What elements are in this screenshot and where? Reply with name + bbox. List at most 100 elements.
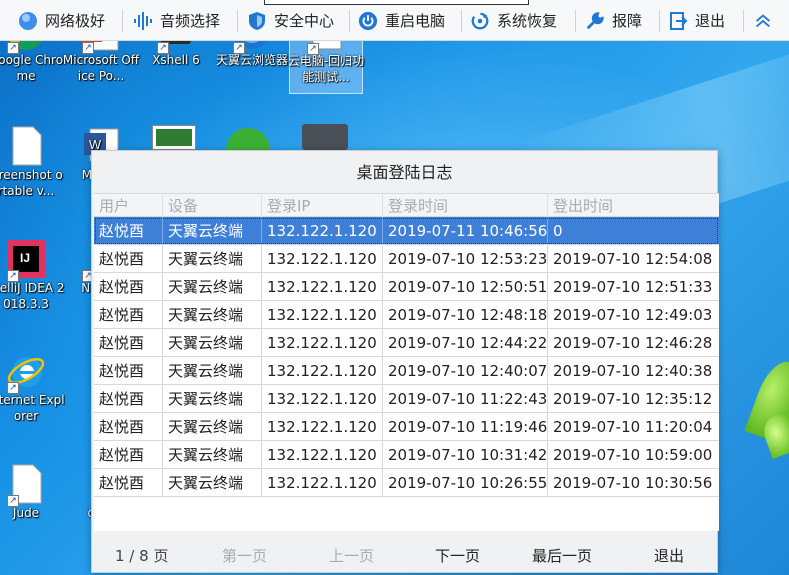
exit-button[interactable]: 退出 — [668, 0, 725, 41]
cell-device: 天翼云终端 — [163, 413, 262, 440]
desktop-icon-label: ntelliJ IDEA 2018.3.3 — [0, 281, 65, 311]
table-row[interactable]: 赵悦酉 天翼云终端 132.122.1.120 2019-07-10 10:31… — [94, 441, 719, 469]
cell-logout-time: 2019-07-10 12:40:38 — [553, 361, 713, 380]
toolbar-divider — [659, 10, 660, 32]
cell-login-time: 2019-07-10 10:26:55 — [383, 469, 548, 496]
cell-device: 天翼云终端 — [163, 441, 262, 468]
network-status-button[interactable]: 网络极好 — [18, 0, 105, 41]
shortcut-arrow-icon: ↗ — [157, 42, 169, 54]
column-header-login-ip[interactable]: 登录IP — [262, 194, 383, 216]
cell-device: 天翼云终端 — [163, 385, 262, 412]
desktop-icon-partial[interactable] — [152, 125, 196, 150]
cell-user: 赵悦酉 — [94, 469, 163, 496]
last-page-button[interactable]: 最后一页 — [532, 545, 592, 566]
cell-login-time: 2019-07-11 10:46:56 — [383, 217, 548, 244]
audio-select-label: 音频选择 — [160, 12, 221, 30]
cell-logout-time: 2019-07-10 10:59:00 — [553, 445, 713, 464]
column-header-logout-time[interactable]: 登出时间 — [548, 194, 719, 216]
table-row[interactable]: 赵悦酉 天翼云终端 132.122.1.120 2019-07-10 12:53… — [94, 245, 719, 273]
shortcut-arrow-icon: ↗ — [233, 42, 245, 54]
desktop-icon-ie[interactable]: ↗ Internet Explorer — [0, 350, 65, 424]
toolbar-divider — [575, 10, 576, 32]
cell-logout-time: 2019-07-10 10:30:56 — [553, 473, 713, 492]
toolbar-divider — [349, 10, 350, 32]
toolbar-divider — [743, 10, 744, 32]
restart-label: 重启电脑 — [385, 12, 446, 30]
shortcut-arrow-icon: ↗ — [7, 270, 19, 282]
cell-login-time: 2019-07-10 11:19:46 — [383, 413, 548, 440]
security-center-label: 安全中心 — [274, 12, 335, 30]
audio-select-button[interactable]: 音频选择 — [133, 0, 220, 41]
system-restore-label: 系统恢复 — [497, 12, 558, 30]
cell-login-ip: 132.122.1.120 — [262, 273, 383, 300]
table-row[interactable]: 赵悦酉 天翼云终端 132.122.1.120 2019-07-10 12:44… — [94, 329, 719, 357]
cell-user: 赵悦酉 — [94, 217, 163, 244]
cell-device: 天翼云终端 — [163, 469, 262, 496]
desktop-icon-label: Microsoft Office Po... — [62, 53, 140, 83]
table-row[interactable]: 赵悦酉 天翼云终端 132.122.1.120 2019-07-10 12:48… — [94, 301, 719, 329]
cell-logout-time: 0 — [553, 221, 563, 240]
table-row[interactable]: 赵悦酉 天翼云终端 132.122.1.120 2019-07-11 10:46… — [94, 217, 719, 245]
report-fault-label: 报障 — [612, 12, 643, 30]
desktop-icon-label: Google Chrome — [0, 53, 64, 83]
exit-icon — [668, 11, 688, 31]
table-row[interactable]: 赵悦酉 天翼云终端 132.122.1.120 2019-07-10 12:40… — [94, 357, 719, 385]
cell-device: 天翼云终端 — [163, 273, 262, 300]
pagination-bar: 1 / 8 页 第一页 上一页 下一页 最后一页 退出 — [92, 533, 717, 573]
restart-button[interactable]: 重启电脑 — [358, 0, 445, 41]
shortcut-arrow-icon: ↗ — [82, 42, 94, 54]
cell-login-time: 2019-07-10 10:31:42 — [383, 441, 548, 468]
cell-login-ip: 132.122.1.120 — [262, 469, 383, 496]
cell-user: 赵悦酉 — [94, 273, 163, 300]
table-row[interactable]: 赵悦酉 天翼云终端 132.122.1.120 2019-07-10 11:22… — [94, 385, 719, 413]
file-icon — [5, 125, 47, 167]
table-row[interactable]: 赵悦酉 天翼云终端 132.122.1.120 2019-07-10 10:26… — [94, 469, 719, 497]
cell-logout-time: 2019-07-10 12:35:12 — [553, 389, 713, 408]
shortcut-arrow-icon: ↗ — [7, 382, 19, 394]
desktop-icon-intellij[interactable]: IJ ↗ ntelliJ IDEA 2018.3.3 — [0, 238, 65, 312]
audio-wave-icon — [133, 11, 153, 31]
cell-user: 赵悦酉 — [94, 357, 163, 384]
desktop-icon-label: 天翼云浏览器 — [215, 53, 288, 67]
column-header-user[interactable]: 用户 — [94, 194, 163, 216]
cell-login-ip: 132.122.1.120 — [262, 441, 383, 468]
desktop-icon-jude[interactable]: ↗ Jude — [0, 463, 64, 521]
cell-user: 赵悦酉 — [94, 329, 163, 356]
table-row[interactable]: 赵悦酉 天翼云终端 132.122.1.120 2019-07-10 11:19… — [94, 413, 719, 441]
page-indicator: 1 / 8 页 — [115, 547, 169, 565]
wrench-icon — [585, 11, 605, 31]
cell-device: 天翼云终端 — [163, 301, 262, 328]
monitor-icon[interactable] — [302, 124, 348, 150]
table-header: 用户 设备 登录IP 登录时间 登出时间 — [94, 194, 719, 217]
cell-user: 赵悦酉 — [94, 301, 163, 328]
network-status-icon — [18, 11, 38, 31]
exit-dialog-button[interactable]: 退出 — [654, 545, 684, 566]
report-fault-button[interactable]: 报障 — [585, 0, 642, 41]
next-page-button[interactable]: 下一页 — [435, 545, 480, 566]
cell-login-ip: 132.122.1.120 — [262, 385, 383, 412]
table-row[interactable]: 赵悦酉 天翼云终端 132.122.1.120 2019-07-10 12:50… — [94, 273, 719, 301]
prev-page-button[interactable]: 上一页 — [329, 545, 374, 566]
cell-login-ip: 132.122.1.120 — [262, 301, 383, 328]
dialog-title: 桌面登陆日志 — [356, 163, 453, 182]
file-icon: ↗ — [5, 463, 47, 507]
system-restore-button[interactable]: 系统恢复 — [470, 0, 557, 41]
collapse-toolbar-button[interactable] — [753, 0, 773, 41]
desktop-icon-greenshot[interactable]: Greenshot ortable v... — [0, 125, 64, 199]
top-toolbar: 网络极好 音频选择 安全中心 重启电脑 系统恢复 报障 退出 — [0, 0, 789, 41]
cell-login-ip: 132.122.1.120 — [262, 329, 383, 356]
cell-login-ip: 132.122.1.120 — [262, 357, 383, 384]
cell-user: 赵悦酉 — [94, 385, 163, 412]
exit-label: 退出 — [695, 12, 726, 30]
window-icon — [156, 129, 192, 146]
column-header-device[interactable]: 设备 — [163, 194, 262, 216]
security-center-button[interactable]: 安全中心 — [247, 0, 334, 41]
cell-logout-time: 2019-07-10 12:49:03 — [553, 305, 713, 324]
shortcut-arrow-icon: ↗ — [7, 42, 19, 54]
first-page-button[interactable]: 第一页 — [222, 545, 267, 566]
toolbar-divider — [237, 10, 238, 32]
column-header-login-time[interactable]: 登录时间 — [383, 194, 548, 216]
cell-login-time: 2019-07-10 11:22:43 — [383, 385, 548, 412]
cell-user: 赵悦酉 — [94, 413, 163, 440]
cell-device: 天翼云终端 — [163, 217, 262, 244]
